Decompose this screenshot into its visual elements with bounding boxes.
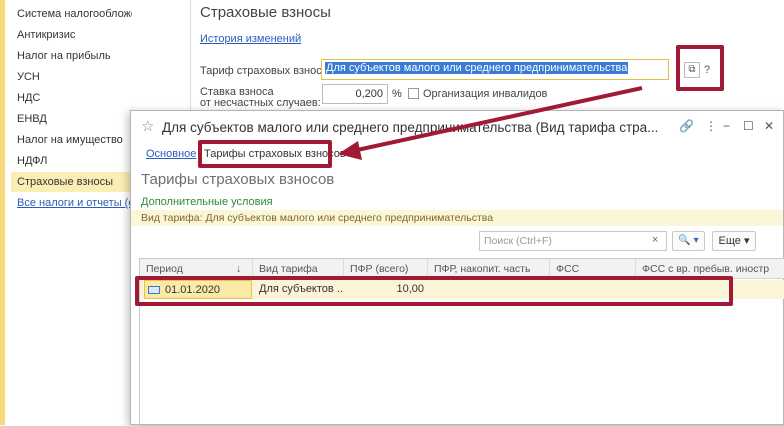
callout-arrow [338, 86, 643, 160]
